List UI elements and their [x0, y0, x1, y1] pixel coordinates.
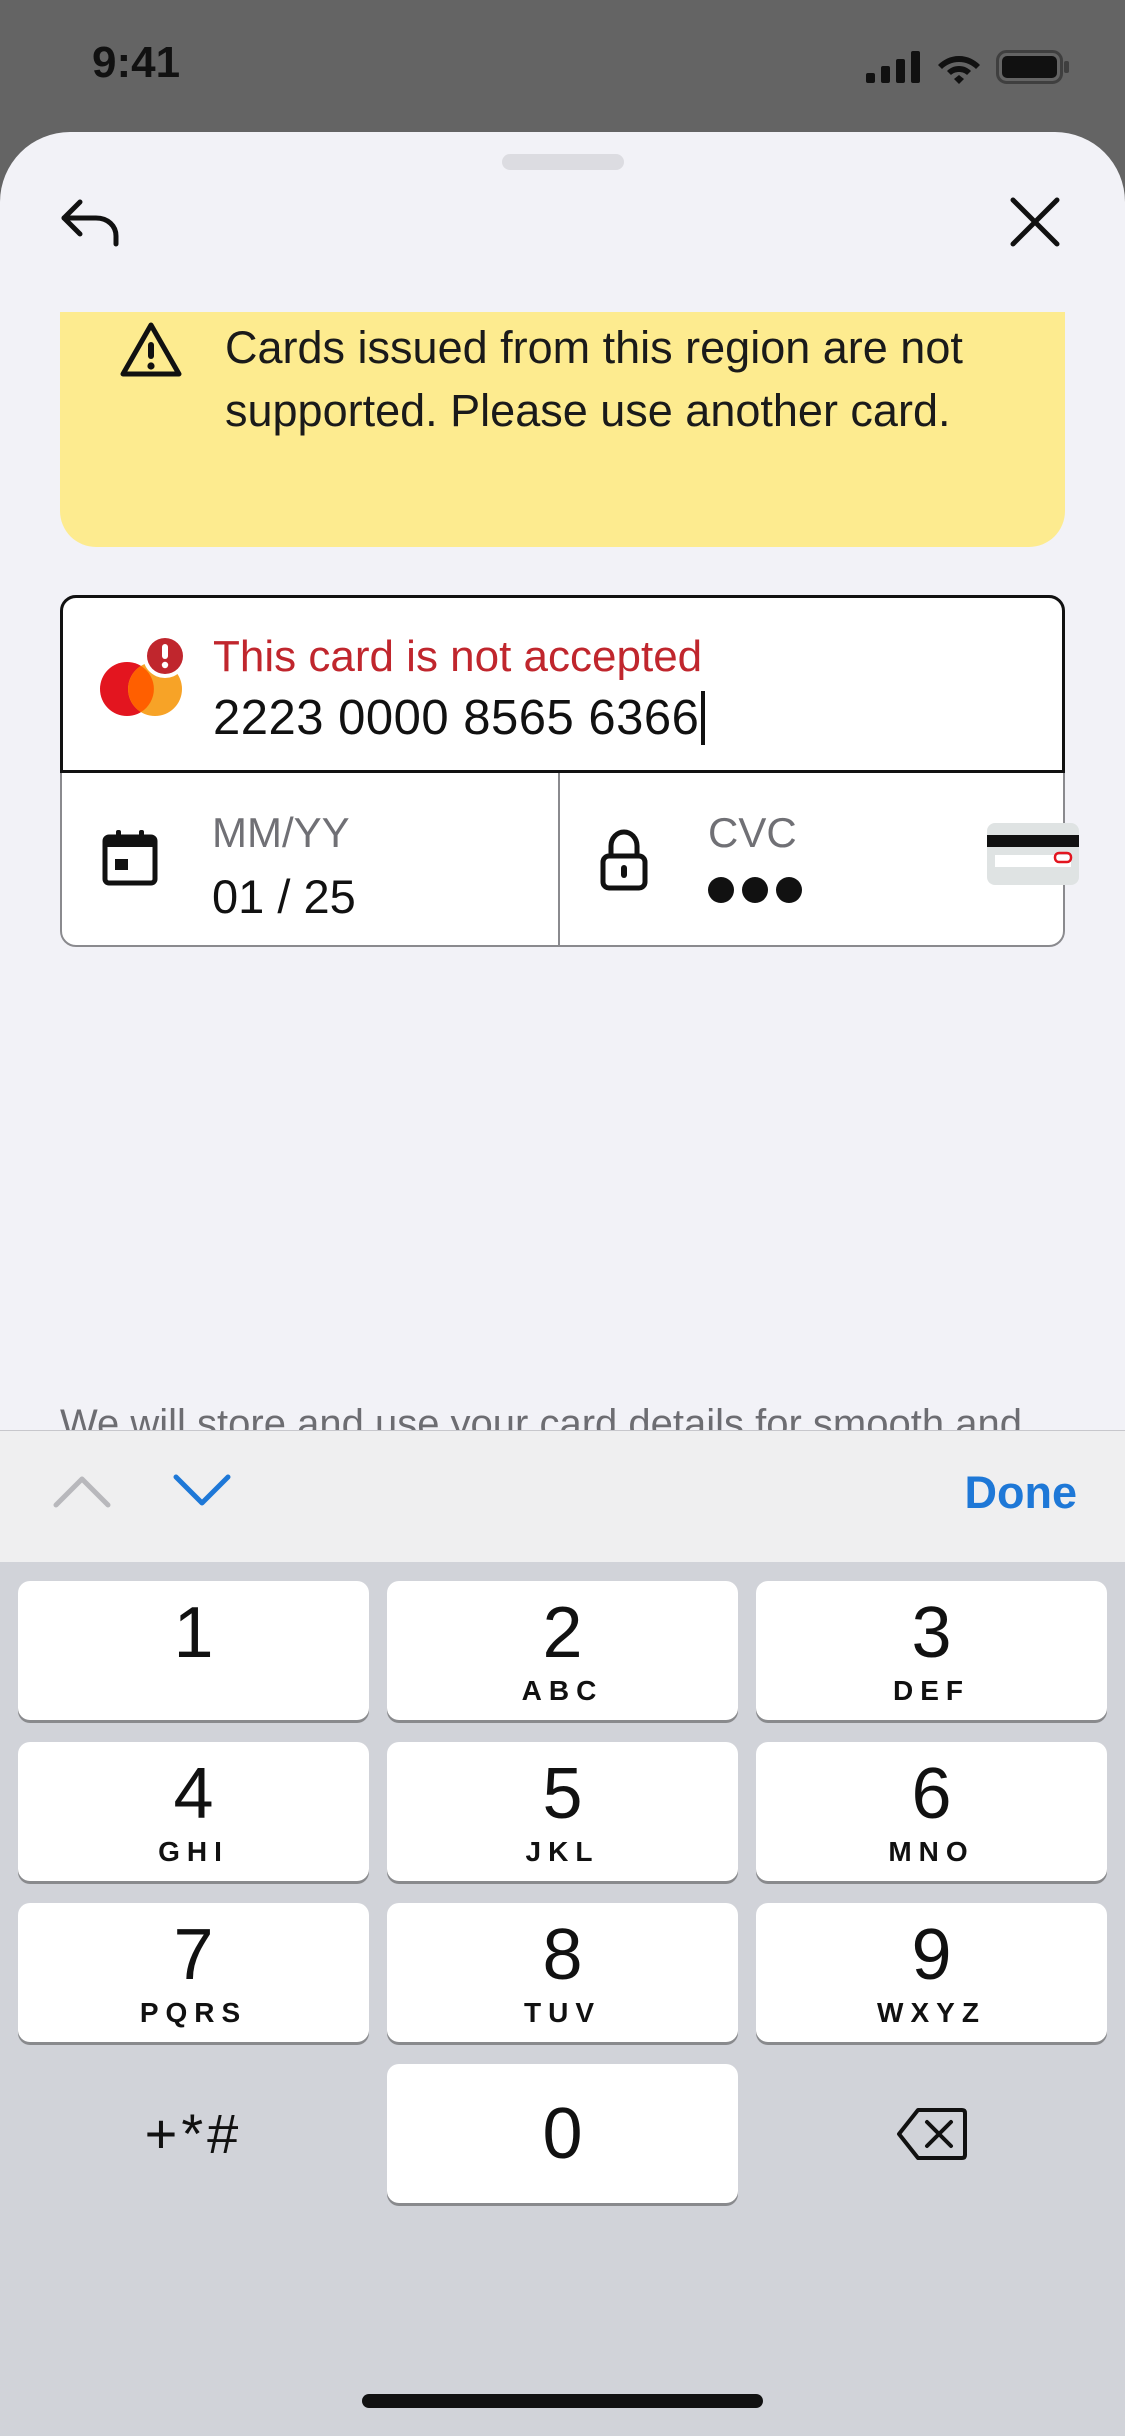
key-number: 0 [542, 2093, 583, 2174]
key-4[interactable]: 4 GHI [18, 1742, 369, 1881]
home-indicator [362, 2394, 763, 2408]
symbols-label: +*# [144, 2102, 243, 2165]
warning-icon [120, 322, 182, 377]
done-button[interactable]: Done [965, 1467, 1078, 1519]
delete-key[interactable] [756, 2064, 1107, 2203]
key-5[interactable]: 5 JKL [387, 1742, 738, 1881]
key-letters: MNO [888, 1835, 975, 1867]
next-field-chevron-down-icon[interactable] [170, 1471, 234, 1511]
cvc-dot [708, 877, 734, 903]
battery-icon [996, 50, 1069, 84]
status-time: 9:41 [92, 38, 181, 87]
close-button[interactable] [990, 177, 1080, 267]
key-letters: JKL [525, 1835, 600, 1867]
cvc-dot [776, 877, 802, 903]
card-number-text: 2223 0000 8565 6366 [213, 691, 700, 745]
status-bar: 9:41 [0, 0, 1125, 132]
key-1[interactable]: 1 [18, 1581, 369, 1720]
key-letters: DEF [893, 1674, 970, 1706]
key-number: 2 [542, 1592, 583, 1673]
key-letters: WXYZ [877, 1996, 986, 2028]
key-number: 7 [173, 1914, 214, 1995]
key-number: 8 [542, 1914, 583, 1995]
close-icon [1010, 197, 1060, 247]
numeric-keypad: 1 2 ABC 3 DEF 4 GHI 5 JKL 6 MNO 7 PQRS 8… [0, 1562, 1125, 2436]
key-letters: GHI [158, 1835, 229, 1867]
cvc-masked-value [708, 877, 802, 903]
key-7[interactable]: 7 PQRS [18, 1903, 369, 2042]
card-number-value: 2223 0000 8565 6366 [213, 690, 706, 746]
keyboard-accessory-bar: Done [0, 1430, 1125, 1562]
key-2[interactable]: 2 ABC [387, 1581, 738, 1720]
status-icons [866, 50, 1070, 84]
text-caret [701, 691, 706, 745]
card-form: This card is not accepted 2223 0000 8565… [60, 595, 1079, 947]
backspace-icon [896, 2107, 967, 2160]
expiry-value: 01 / 25 [212, 870, 356, 923]
key-0[interactable]: 0 [387, 2064, 738, 2203]
back-arrow-icon [61, 199, 119, 247]
card-number-field[interactable]: This card is not accepted 2223 0000 8565… [60, 595, 1065, 773]
cvc-field[interactable]: CVC [560, 773, 1079, 947]
key-number: 9 [911, 1914, 952, 1995]
expiry-label: MM/YY [212, 809, 350, 856]
card-error-label: This card is not accepted [213, 632, 703, 681]
cvc-label: CVC [708, 809, 797, 856]
sheet-grabber[interactable] [502, 154, 624, 170]
key-letters: PQRS [139, 1996, 248, 2028]
key-number: 5 [542, 1753, 583, 1834]
warning-banner: Cards issued from this region are not su… [60, 312, 1065, 547]
key-3[interactable]: 3 DEF [756, 1581, 1107, 1720]
key-number: 4 [173, 1753, 214, 1834]
cellular-signal-icon [866, 51, 920, 83]
key-9[interactable]: 9 WXYZ [756, 1903, 1107, 2042]
key-8[interactable]: 8 TUV [387, 1903, 738, 2042]
key-letters: ABC [521, 1674, 604, 1706]
calendar-icon [102, 830, 158, 886]
key-number: 3 [911, 1592, 952, 1673]
key-letters: TUV [524, 1996, 601, 2028]
card-back-cvc-icon [987, 823, 1079, 885]
wifi-icon [938, 56, 980, 84]
cvc-dot [742, 877, 768, 903]
expiry-field[interactable]: MM/YY 01 / 25 [62, 773, 560, 947]
lock-icon [600, 829, 648, 891]
previous-field-chevron-up-icon[interactable] [50, 1471, 114, 1511]
key-number: 1 [173, 1592, 214, 1673]
key-number: 6 [911, 1753, 952, 1834]
back-button[interactable] [45, 177, 135, 267]
key-6[interactable]: 6 MNO [756, 1742, 1107, 1881]
symbols-key[interactable]: +*# [18, 2064, 369, 2203]
mastercard-logo-icon [100, 634, 187, 716]
warning-message: Cards issued from this region are not su… [225, 322, 963, 436]
